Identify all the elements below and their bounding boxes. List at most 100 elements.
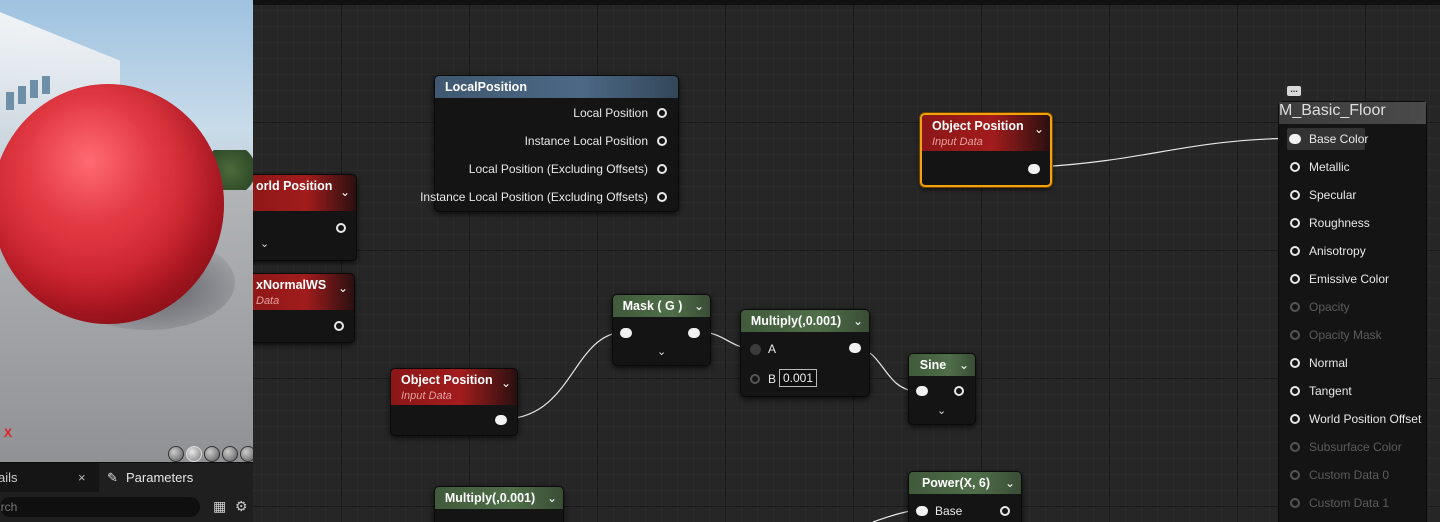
input-roughness[interactable]: Roughness [1279, 212, 1426, 234]
input-pin[interactable] [1290, 218, 1300, 228]
tab-parameters[interactable]: ✎ Parameters [99, 463, 253, 493]
pencil-icon: ✎ [107, 470, 118, 485]
chevron-down-icon[interactable]: ⌄ [338, 280, 348, 296]
node-header: Object Position Input Data ⌄ [391, 369, 517, 405]
input-emissive-color[interactable]: Emissive Color [1279, 268, 1426, 290]
node-header: xNormalWS Data ⌄ [253, 274, 354, 310]
chevron-down-icon[interactable]: ⌄ [657, 345, 666, 358]
node-title: Object Position [932, 119, 1024, 133]
input-specular[interactable]: Specular [1279, 184, 1426, 206]
preview-mesh-selector[interactable] [168, 446, 253, 462]
chevron-down-icon[interactable]: ⌄ [260, 237, 269, 250]
preview-sphere [0, 84, 224, 324]
building-window [42, 76, 50, 94]
output-pin[interactable] [657, 108, 667, 118]
node-sine[interactable]: Sine ⌄ ⌄ [908, 353, 976, 425]
input-pin-a[interactable] [750, 344, 761, 355]
node-object-position-selected[interactable]: Object Position Input Data ⌄ [920, 113, 1052, 187]
pin-label: Normal [1309, 356, 1348, 370]
chevron-down-icon[interactable]: ⌄ [1005, 472, 1015, 494]
chevron-down-icon[interactable]: ⌄ [547, 487, 557, 509]
input-pin[interactable] [1290, 386, 1300, 396]
chevron-down-icon[interactable]: ⌄ [340, 181, 350, 203]
pin-label: Metallic [1309, 160, 1350, 174]
node-material-result[interactable]: M_Basic_Floor Base Color Metallic Specul… [1278, 101, 1427, 522]
input-normal[interactable]: Normal [1279, 352, 1426, 374]
chevron-down-icon[interactable]: ⌄ [694, 295, 704, 317]
input-base-color[interactable]: Base Color [1279, 128, 1426, 150]
input-pin[interactable] [916, 386, 928, 396]
pin-label: Tangent [1309, 384, 1352, 398]
input-pin-base[interactable] [916, 506, 928, 516]
output-pin[interactable] [657, 136, 667, 146]
input-pin[interactable] [1289, 134, 1301, 144]
sphere-mesh-icon[interactable] [186, 446, 202, 462]
node-local-position[interactable]: LocalPosition Local Position Instance Lo… [420, 75, 679, 212]
input-pin-b[interactable] [750, 374, 760, 384]
node-object-position[interactable]: Object Position Input Data ⌄ [390, 368, 518, 436]
pin-label: Subsurface Color [1309, 440, 1402, 454]
node-vertex-normal-ws[interactable]: xNormalWS Data ⌄ [253, 273, 355, 343]
chevron-down-icon[interactable]: ⌄ [501, 375, 511, 391]
tab-details-label: ails [0, 470, 18, 485]
teapot-mesh-icon[interactable] [240, 446, 253, 462]
input-pin[interactable] [1290, 414, 1300, 424]
output-pin[interactable] [849, 343, 861, 353]
output-pin[interactable] [1028, 164, 1040, 174]
output-pin[interactable] [657, 192, 667, 202]
output-local-position-excluding-offsets: Local Position (Excluding Offsets) [468, 162, 648, 176]
input-tangent[interactable]: Tangent [1279, 380, 1426, 402]
cube-mesh-icon[interactable] [222, 446, 238, 462]
input-pin[interactable] [1290, 246, 1300, 256]
output-pin[interactable] [657, 164, 667, 174]
pin-label: Roughness [1309, 216, 1370, 230]
cylinder-mesh-icon[interactable] [168, 446, 184, 462]
output-pin[interactable] [334, 321, 344, 331]
pin-label: Emissive Color [1309, 272, 1390, 286]
input-metallic[interactable]: Metallic [1279, 156, 1426, 178]
input-pin[interactable] [1290, 162, 1300, 172]
node-title: Power(X, 6) [921, 476, 991, 490]
output-pin[interactable] [688, 328, 700, 338]
input-custom-data-0: Custom Data 0 [1279, 464, 1426, 486]
table-view-icon[interactable]: ▦ [213, 498, 226, 515]
b-value-field[interactable]: 0.001 [779, 369, 818, 387]
gear-icon[interactable]: ⚙ [235, 498, 248, 515]
chevron-down-icon[interactable]: ⌄ [1034, 121, 1044, 137]
input-pin[interactable] [1290, 358, 1300, 368]
input-world-position-offset[interactable]: World Position Offset [1279, 408, 1426, 430]
chevron-down-icon[interactable]: ⌄ [853, 310, 863, 332]
node-title: Multiply(,0.001) [750, 314, 842, 328]
chevron-down-icon[interactable]: ⌄ [959, 354, 969, 376]
tab-details[interactable]: ails × [0, 463, 96, 493]
input-opacity-mask: Opacity Mask [1279, 324, 1426, 346]
tab-parameters-label: Parameters [126, 470, 194, 485]
input-pin[interactable] [1290, 274, 1300, 284]
search-input[interactable] [0, 497, 200, 517]
node-title: xNormalWS [256, 278, 327, 292]
node-mask-g[interactable]: Mask ( G ) ⌄ ⌄ [612, 294, 711, 366]
details-search-row: ▦ ⚙ [0, 492, 253, 522]
pin-label-a: A [768, 342, 777, 356]
material-preview-viewport[interactable]: X [0, 0, 253, 462]
chevron-down-icon[interactable]: ⌄ [937, 404, 946, 417]
output-pin[interactable] [336, 223, 346, 233]
plane-mesh-icon[interactable] [204, 446, 220, 462]
output-pin[interactable] [495, 415, 507, 425]
close-icon[interactable]: × [78, 463, 86, 493]
input-anisotropy[interactable]: Anisotropy [1279, 240, 1426, 262]
comment-icon[interactable]: ... [1287, 85, 1301, 96]
output-pin[interactable] [1000, 506, 1010, 516]
material-graph-canvas[interactable]: LocalPosition Local Position Instance Lo… [253, 0, 1440, 522]
input-pin[interactable] [620, 328, 632, 338]
input-custom-data-1: Custom Data 1 [1279, 492, 1426, 514]
output-pin[interactable] [954, 386, 964, 396]
node-power[interactable]: Power(X, 6) ⌄ Base [908, 471, 1022, 522]
node-multiply[interactable]: Multiply(,0.001) ⌄ A B 0.001 [740, 309, 870, 397]
node-multiply-bottom[interactable]: Multiply(,0.001) ⌄ [434, 486, 564, 522]
node-subtitle: Input Data [401, 390, 452, 402]
input-pin [1290, 302, 1300, 312]
node-world-position[interactable]: orld Position ⌄ ⌄ [253, 174, 357, 261]
node-header: Power(X, 6) ⌄ [909, 472, 1021, 494]
input-pin[interactable] [1290, 190, 1300, 200]
